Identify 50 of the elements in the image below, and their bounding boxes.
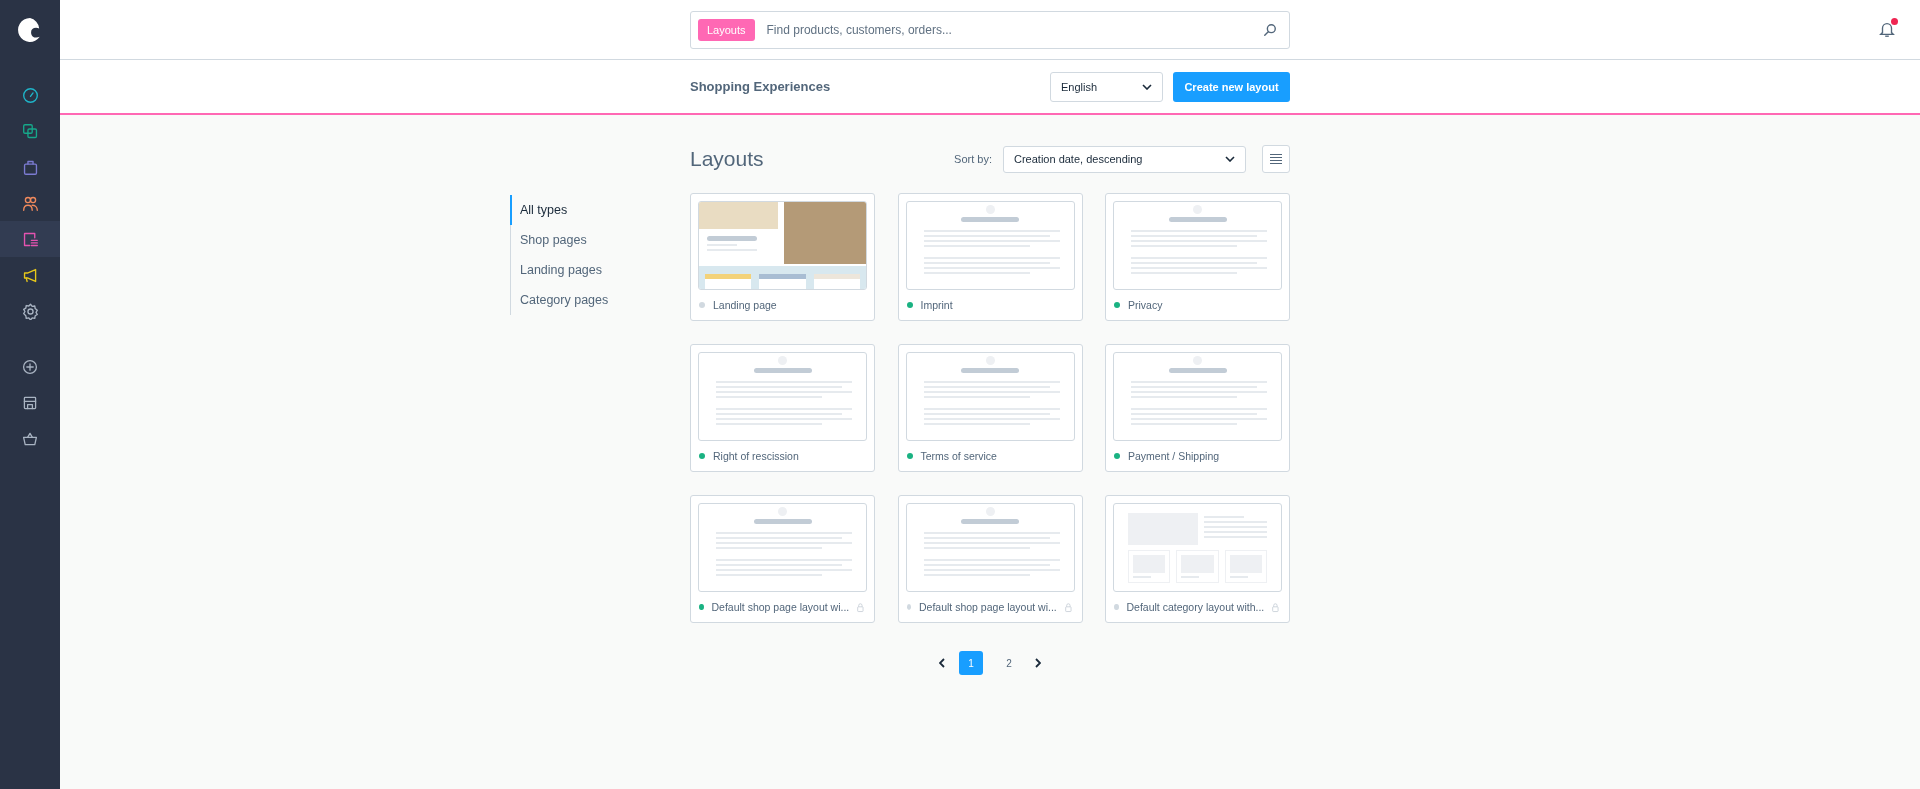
product-tile bbox=[759, 274, 806, 290]
search-field[interactable]: Find products, customers, orders... bbox=[764, 21, 1253, 38]
list-view-button[interactable] bbox=[1262, 145, 1290, 173]
page-title: Shopping Experiences bbox=[690, 79, 831, 94]
layout-name: Right of rescission bbox=[713, 450, 800, 463]
filter-item[interactable]: Category pages bbox=[510, 285, 690, 315]
layout-name: Default category layout with... bbox=[1126, 601, 1265, 614]
filter-item[interactable]: Shop pages bbox=[510, 225, 690, 255]
section-title: Layouts bbox=[690, 147, 764, 171]
sort-label: Sort by: bbox=[954, 153, 992, 165]
list-icon bbox=[1269, 153, 1283, 165]
layout-name: Default shop page layout wi... bbox=[711, 601, 850, 614]
chevron-left-icon[interactable] bbox=[939, 658, 945, 668]
layout-name: Landing page bbox=[713, 299, 778, 312]
megaphone-icon[interactable] bbox=[21, 266, 39, 284]
settings-icon[interactable] bbox=[21, 302, 39, 320]
page-button[interactable]: 2 bbox=[997, 651, 1021, 675]
layout-name: Default shop page layout wi... bbox=[919, 601, 1057, 614]
basket-icon[interactable] bbox=[22, 431, 38, 447]
store-icon[interactable] bbox=[22, 395, 38, 411]
layout-card[interactable]: Right of rescission bbox=[690, 344, 875, 472]
layout-card[interactable]: Default category layout with... bbox=[1105, 495, 1290, 623]
layout-name: Privacy bbox=[1128, 299, 1164, 312]
layout-icon[interactable] bbox=[21, 230, 39, 248]
layout-card[interactable]: Privacy bbox=[1105, 193, 1290, 321]
layout-card[interactable]: Payment / Shipping bbox=[1105, 344, 1290, 472]
plus-circle-icon[interactable] bbox=[22, 359, 38, 375]
layout-card[interactable]: Landing page bbox=[690, 193, 875, 321]
layout-name: Imprint bbox=[920, 299, 954, 312]
gauge-icon[interactable] bbox=[21, 86, 39, 104]
bag-icon[interactable] bbox=[21, 158, 39, 176]
layout-card[interactable]: Terms of service bbox=[897, 344, 1083, 472]
search-tag: Layouts bbox=[698, 18, 755, 41]
users-icon[interactable] bbox=[21, 194, 39, 212]
bell-icon[interactable] bbox=[1878, 20, 1896, 38]
chevron-down-icon bbox=[1225, 156, 1235, 162]
layout-card[interactable]: Default shop page layout wi... bbox=[897, 495, 1083, 623]
product-tile bbox=[705, 274, 752, 290]
product-tile bbox=[813, 274, 860, 290]
layout-name: Terms of service bbox=[920, 450, 998, 463]
search-icon[interactable] bbox=[1263, 22, 1277, 37]
filter-item[interactable]: Landing pages bbox=[510, 255, 690, 285]
layout-card[interactable]: Imprint bbox=[897, 193, 1083, 321]
copy-icon[interactable] bbox=[21, 122, 39, 140]
layout-name: Payment / Shipping bbox=[1128, 450, 1221, 463]
sort-select[interactable]: Creation date, descending bbox=[1003, 145, 1246, 173]
layout-card[interactable]: Default shop page layout wi... bbox=[690, 495, 875, 623]
chevron-right-icon[interactable] bbox=[1035, 658, 1041, 668]
chevron-down-icon bbox=[1142, 83, 1152, 90]
language-select[interactable]: English bbox=[1050, 71, 1163, 102]
